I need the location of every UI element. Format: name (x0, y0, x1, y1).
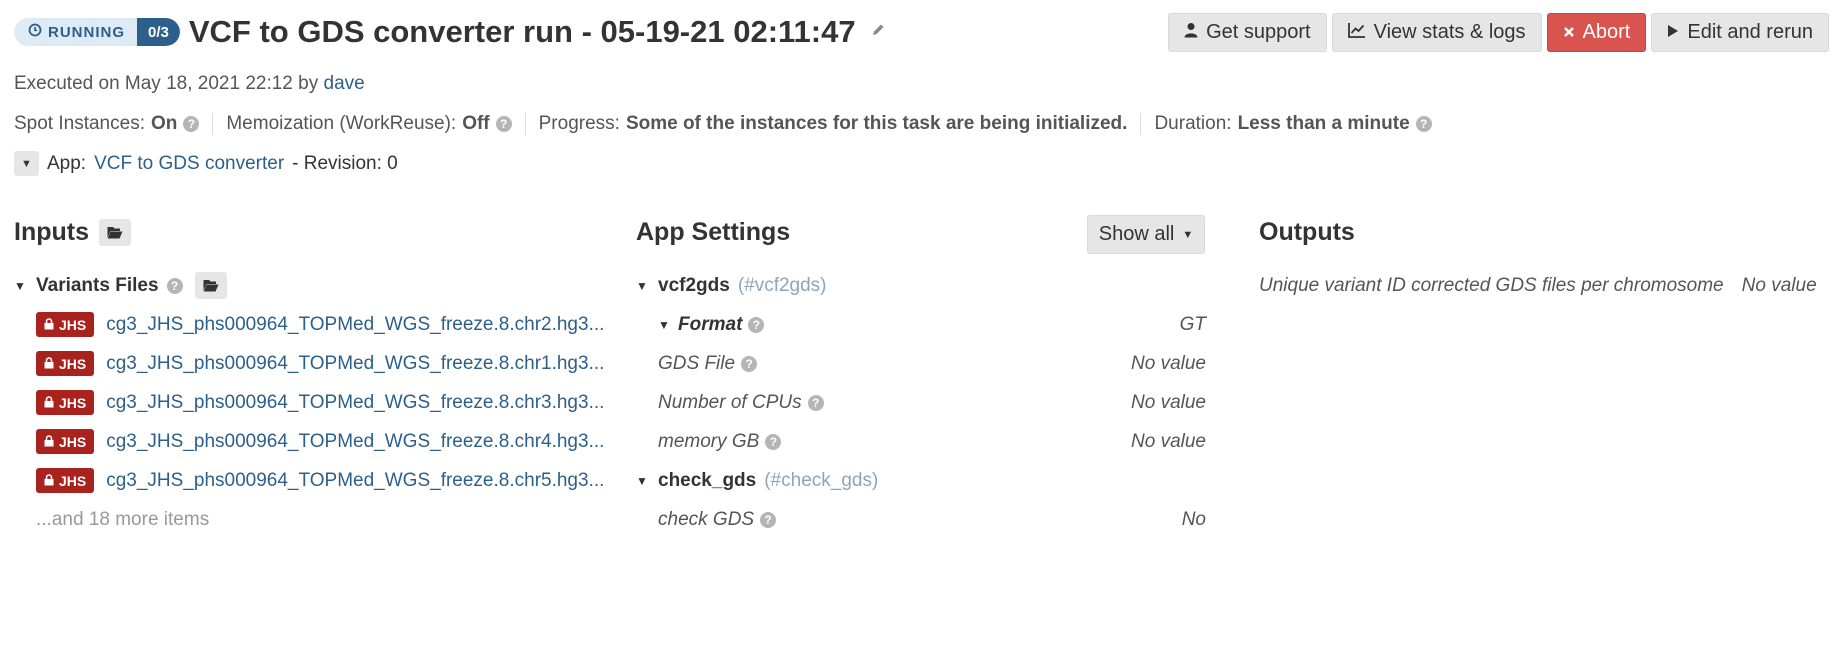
status-label: RUNNING (48, 23, 125, 41)
executed-user-link[interactable]: dave (324, 73, 365, 94)
inputs-panel: Inputs ▼ Variants Files ? JHS cg3_JHS_ph… (14, 212, 604, 539)
memoization: Memoization (WorkReuse): Off ? (226, 113, 526, 135)
file-link[interactable]: cg3_JHS_phs000964_TOPMed_WGS_freeze.8.ch… (106, 353, 604, 375)
executed-text: Executed on May 18, 2021 22:12 by (14, 73, 319, 94)
lock-icon (44, 473, 54, 489)
list-item: JHS cg3_JHS_phs000964_TOPMed_WGS_freeze.… (14, 305, 604, 344)
caret-down-icon[interactable]: ▼ (14, 151, 39, 176)
edit-and-rerun-button[interactable]: Edit and rerun (1651, 13, 1829, 52)
question-circle-icon[interactable]: ? (183, 116, 200, 132)
pencil-icon[interactable] (870, 22, 886, 43)
app-settings-panel: App Settings ▼ vcf2gds (#vcf2gds) ▼ Form… (636, 212, 1206, 539)
abort-button[interactable]: Abort (1546, 13, 1647, 52)
file-link[interactable]: cg3_JHS_phs000964_TOPMed_WGS_freeze.8.ch… (106, 392, 604, 414)
outputs-title: Outputs (1259, 217, 1355, 246)
folder-open-icon[interactable] (99, 218, 131, 246)
file-link[interactable]: cg3_JHS_phs000964_TOPMed_WGS_freeze.8.ch… (106, 314, 604, 336)
lock-icon (44, 395, 54, 411)
task-meta: Spot Instances: On ? Memoization (WorkRe… (14, 113, 1458, 135)
instance-count: 0/3 (137, 18, 180, 46)
memoization-value: Off (462, 113, 490, 134)
question-circle-icon[interactable]: ? (1415, 116, 1432, 132)
duration: Duration: Less than a minute ? (1154, 113, 1444, 135)
list-item: JHS cg3_JHS_phs000964_TOPMed_WGS_freeze.… (14, 344, 604, 383)
setting-memory-gb: memory GB ? No value (658, 430, 1206, 452)
status-badge: RUNNING 0/3 (14, 18, 180, 46)
variants-files-group[interactable]: ▼ Variants Files ? (14, 266, 594, 305)
vcf2gds-id: (#vcf2gds) (737, 274, 827, 296)
vcf2gds-group[interactable]: ▼ vcf2gds (#vcf2gds) (636, 266, 1206, 305)
jhs-badge: JHS (36, 429, 95, 454)
setting-number-of-cpus: Number of CPUs ? No value (658, 391, 1206, 413)
output-name: Unique variant ID corrected GDS files pe… (1259, 274, 1724, 296)
file-link[interactable]: cg3_JHS_phs000964_TOPMed_WGS_freeze.8.ch… (106, 470, 604, 492)
jhs-badge: JHS (36, 312, 95, 337)
status-running: RUNNING (14, 18, 137, 46)
check-gds-id: (#check_gds) (764, 469, 879, 491)
view-stats-logs-button[interactable]: View stats & logs (1331, 13, 1542, 52)
get-support-button[interactable]: Get support (1168, 13, 1327, 52)
lock-icon (44, 434, 54, 450)
caret-down-icon: ▼ (1182, 228, 1194, 241)
check-gds-group[interactable]: ▼ check_gds (#check_gds) (636, 461, 1206, 500)
lock-icon (44, 317, 54, 333)
progress-value: Some of the instances for this task are … (625, 113, 1128, 134)
inputs-title: Inputs (14, 212, 594, 252)
app-info: ▼ App: VCF to GDS converter - Revision: … (14, 151, 398, 176)
caret-down-icon[interactable]: ▼ (658, 318, 672, 332)
output-value: No value (1741, 274, 1817, 296)
question-circle-icon[interactable]: ? (166, 277, 183, 294)
question-circle-icon[interactable]: ? (741, 355, 758, 372)
duration-value: Less than a minute (1237, 113, 1410, 134)
spot-instances: Spot Instances: On ? (14, 113, 214, 135)
jhs-badge: JHS (36, 390, 95, 415)
question-circle-icon[interactable]: ? (760, 511, 777, 528)
show-all-dropdown[interactable]: Show all ▼ (1087, 215, 1205, 254)
progress: Progress: Some of the instances for this… (539, 113, 1142, 135)
question-circle-icon[interactable]: ? (765, 433, 782, 450)
more-items-link[interactable]: ...and 18 more items (14, 500, 594, 539)
caret-down-icon[interactable]: ▼ (14, 279, 28, 293)
folder-open-icon[interactable] (194, 272, 227, 299)
list-item: JHS cg3_JHS_phs000964_TOPMed_WGS_freeze.… (14, 383, 604, 422)
outputs-panel: Outputs Unique variant ID corrected GDS … (1259, 212, 1833, 305)
spot-instances-value: On (150, 113, 178, 134)
setting-format: ▼ Format ? GT (658, 313, 1206, 335)
action-bar: Get support View stats & logs Abort Edit… (1168, 13, 1829, 52)
caret-down-icon[interactable]: ▼ (636, 279, 650, 293)
question-circle-icon[interactable]: ? (807, 394, 824, 411)
setting-format-value: GT (1179, 313, 1206, 335)
setting-gds-file: GDS File ? No value (658, 352, 1206, 374)
app-link[interactable]: VCF to GDS converter (94, 153, 284, 175)
caret-down-icon[interactable]: ▼ (636, 474, 650, 488)
user-icon (1184, 21, 1198, 44)
close-icon (1563, 21, 1575, 44)
page-title: VCF to GDS converter run - 05-19-21 02:1… (188, 14, 856, 49)
file-link[interactable]: cg3_JHS_phs000964_TOPMed_WGS_freeze.8.ch… (106, 431, 604, 453)
line-chart-icon (1347, 21, 1366, 44)
play-icon (1667, 21, 1679, 44)
lock-icon (44, 356, 54, 372)
setting-check-gds: check GDS ? No (658, 508, 1206, 530)
executed-info: Executed on May 18, 2021 22:12 by dave (14, 73, 365, 95)
output-item: Unique variant ID corrected GDS files pe… (1259, 266, 1833, 305)
jhs-badge: JHS (36, 468, 95, 493)
list-item: JHS cg3_JHS_phs000964_TOPMed_WGS_freeze.… (14, 422, 604, 461)
question-circle-icon[interactable]: ? (748, 316, 765, 333)
app-revision: - Revision: 0 (292, 152, 398, 174)
task-header: RUNNING 0/3 VCF to GDS converter run - 0… (14, 14, 886, 50)
question-circle-icon[interactable]: ? (495, 116, 512, 132)
jhs-badge: JHS (36, 351, 95, 376)
clock-icon (28, 23, 42, 41)
list-item: JHS cg3_JHS_phs000964_TOPMed_WGS_freeze.… (14, 461, 604, 500)
